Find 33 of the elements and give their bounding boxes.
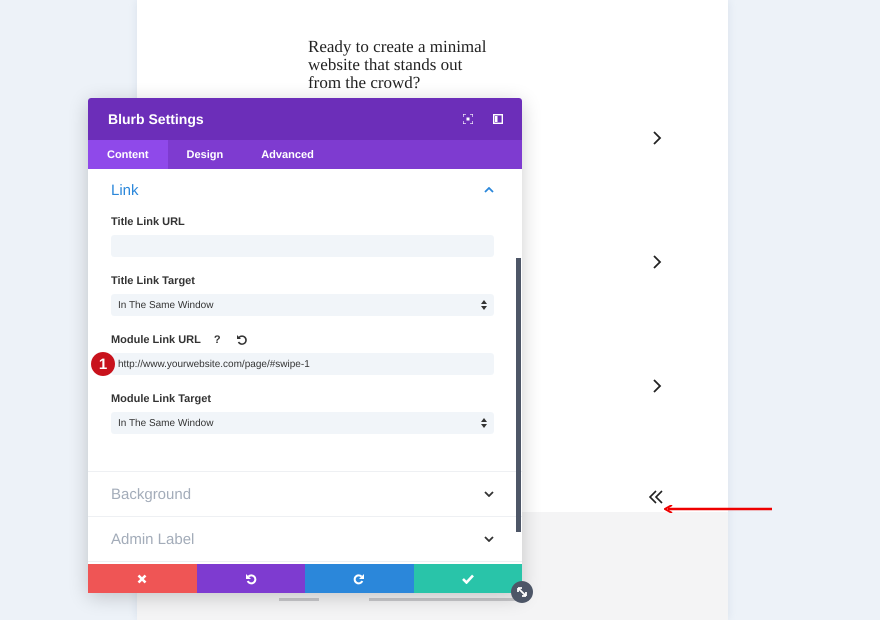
chevron-right-icon[interactable]: [652, 254, 662, 270]
field-label: Module Link Target: [111, 393, 212, 405]
close-icon: [137, 574, 148, 584]
chevron-up-icon[interactable]: [484, 187, 494, 193]
field-label: Module Link URL: [111, 334, 201, 346]
scrollbar[interactable]: [516, 258, 521, 532]
arrow-icon: [664, 505, 774, 513]
sidebar-icon[interactable]: [493, 114, 503, 124]
tab[interactable]: Advanced: [242, 140, 333, 169]
redo-icon: [353, 572, 366, 584]
input-field[interactable]: http://www.yourwebsite.com/page/#swipe-1: [111, 353, 494, 375]
double-chevron-left-icon[interactable]: [648, 490, 664, 504]
tab[interactable]: Content: [88, 140, 168, 169]
modal-title: Blurb Settings: [108, 111, 205, 127]
reset-icon[interactable]: [236, 334, 248, 346]
chevron-down-icon[interactable]: [484, 536, 494, 542]
tab[interactable]: Design: [168, 140, 242, 169]
chevron-right-icon[interactable]: [652, 130, 662, 146]
field-label: Title Link Target: [111, 275, 195, 287]
field-label: Title Link URL: [111, 216, 185, 228]
expand-icon[interactable]: [463, 114, 473, 124]
undo-icon: [244, 572, 257, 584]
headline: Ready to create a minimal website that stands out from the crowd?: [308, 38, 488, 92]
chevron-right-icon[interactable]: [652, 378, 662, 394]
checkmark-icon: [462, 574, 474, 584]
section-title[interactable]: Link: [111, 182, 139, 198]
help-button[interactable]: ?: [210, 334, 224, 346]
save-button[interactable]: [414, 564, 522, 593]
select-field[interactable]: In The Same Window: [111, 294, 494, 316]
chevron-down-icon[interactable]: [484, 491, 494, 497]
up-down-arrows-icon: [481, 418, 487, 428]
select-field[interactable]: In The Same Window: [111, 412, 494, 434]
up-down-arrows-icon: [481, 300, 487, 310]
